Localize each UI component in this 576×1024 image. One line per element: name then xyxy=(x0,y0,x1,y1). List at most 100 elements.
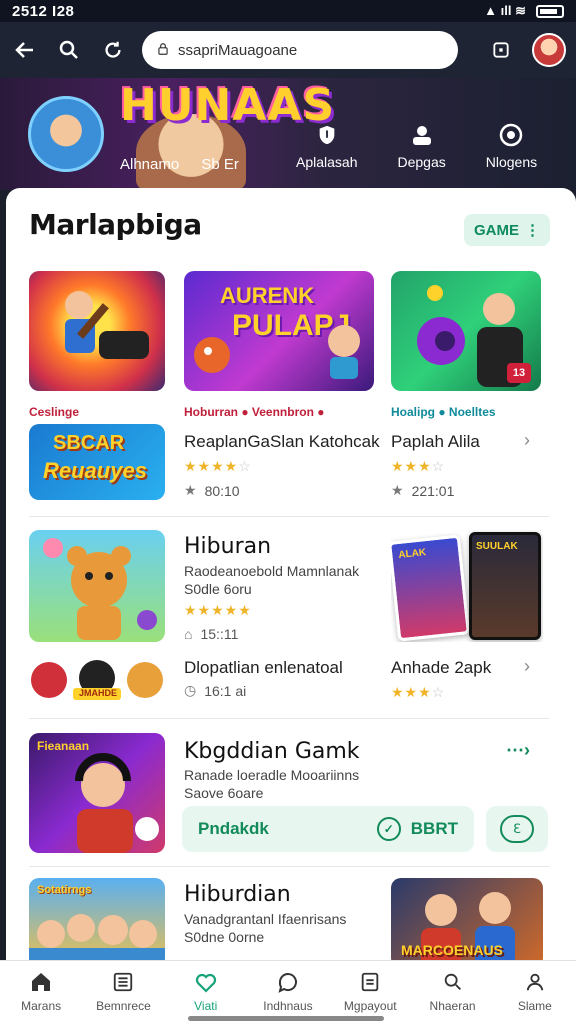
game-title[interactable]: Dlopatlian enlenatoal xyxy=(184,658,343,678)
home-icon xyxy=(28,969,54,995)
game-thumbnail-guitar[interactable] xyxy=(29,271,165,391)
category-tag: Hoalipg ● Noelltes xyxy=(391,405,496,419)
hero-tabs: Aplalasah Depgas Nlogens xyxy=(296,122,537,170)
shield-icon xyxy=(314,122,340,148)
game-title[interactable]: Anhade 2apk xyxy=(391,658,491,678)
game-meta-value: 15::11 xyxy=(200,626,239,642)
section-title[interactable]: Hiburdian xyxy=(184,882,291,907)
hero-tab-nlogens[interactable]: Nlogens xyxy=(486,122,537,170)
nav-label: Mgpayout xyxy=(343,999,397,1013)
play-action-pill[interactable]: Pndakdk ✓ BBRT xyxy=(182,806,474,852)
hero-tab-aplalasah[interactable]: Aplalasah xyxy=(296,122,358,170)
search-icon[interactable] xyxy=(54,35,84,65)
nav-item-mgpayout[interactable]: Mgpayout xyxy=(329,961,411,1024)
address-text: ssapriMauagoane xyxy=(178,41,298,59)
side-action-button[interactable]: ℇ xyxy=(486,806,548,852)
address-bar[interactable]: ssapriMauagoane xyxy=(142,31,458,69)
game-thumbnail-player[interactable]: 13 xyxy=(391,271,541,391)
poster-title: ALAK xyxy=(397,547,427,561)
subtitle-line: Ranade loeradle Mooariinns xyxy=(184,767,360,783)
game-meta: ★ 80:10 xyxy=(184,482,240,499)
action-button-label: BBRT xyxy=(410,819,458,838)
game-filter-chip[interactable]: GAME ⋮ xyxy=(464,214,550,246)
poster: SUULAK xyxy=(469,532,541,640)
rating-stars: ★★★★★ xyxy=(184,602,252,618)
list-icon xyxy=(110,969,136,995)
nav-item-viati[interactable]: Viati xyxy=(165,961,247,1024)
nav-item-slame[interactable]: Slame xyxy=(494,961,576,1024)
lock-icon xyxy=(156,42,170,59)
status-bar: 2512 I28 ▲ ıll ≋ xyxy=(0,0,576,22)
badge: 13 xyxy=(507,363,531,383)
hero-avatar[interactable] xyxy=(28,96,104,172)
thumb-title: Fieanaan xyxy=(37,739,90,753)
game-thumbnail-animals[interactable]: JMAHDE xyxy=(29,658,165,702)
chat-icon xyxy=(275,969,301,995)
nav-label: Bemnrece xyxy=(96,999,151,1013)
game-title[interactable]: ReaplanGaSlan Katohcak xyxy=(184,432,380,452)
home-small-icon: ⌂ xyxy=(184,626,193,642)
home-indicator[interactable] xyxy=(188,1016,384,1021)
more-vert-icon[interactable]: ⋮ xyxy=(525,221,540,239)
clock: 2512 I28 xyxy=(12,2,75,20)
nav-label: Slame xyxy=(517,999,552,1013)
thumb-subtitle: Reuauyes xyxy=(43,458,147,483)
tabs-icon[interactable] xyxy=(486,35,516,65)
thumb-title: Sotatirngs xyxy=(37,884,92,896)
thumb-title: JMAHDE xyxy=(79,688,118,698)
game-thumbnail-marco[interactable]: MARCOENAUS xyxy=(391,878,543,968)
poster: ALAK xyxy=(391,534,471,642)
chevron-right-icon[interactable]: › xyxy=(524,430,530,451)
hero-banner: HUNAAS Alhnamo Sb Er Aplalasah Depgas Nl… xyxy=(0,78,576,190)
nav-item-marans[interactable]: Marans xyxy=(0,961,82,1024)
game-chip-label: GAME xyxy=(474,221,519,239)
ticket-icon: ℇ xyxy=(500,815,534,843)
nav-label: Nhaeran xyxy=(429,999,476,1013)
star-outline-icon: ★ xyxy=(391,482,404,498)
hero-tab-label: Depgas xyxy=(397,154,446,170)
action-label: Pndakdk xyxy=(198,819,269,838)
game-thumbnail-gamer[interactable]: Fieanaan xyxy=(29,733,165,853)
game-meta: ★ 221:01 xyxy=(391,482,454,499)
section-title[interactable]: Hiburan xyxy=(184,534,271,559)
heart-icon xyxy=(193,969,219,995)
hero-name-extra: Sb Er xyxy=(201,156,239,173)
section-subtitle: Raodeanoebold Mamnlanak S0dle 6oru xyxy=(184,562,359,598)
game-thumbnail-bear[interactable] xyxy=(29,530,165,642)
game-meta-value: 80:10 xyxy=(204,482,240,499)
page-title: Marlapbiga xyxy=(29,208,202,241)
nav-item-indhnaus[interactable]: Indhnaus xyxy=(247,961,329,1024)
game-title[interactable]: Paplah Alila xyxy=(391,432,480,452)
target-icon xyxy=(498,122,524,148)
document-icon xyxy=(357,969,383,995)
more-arrows-icon[interactable]: ⋯› xyxy=(506,740,530,761)
nav-label: Indhnaus xyxy=(263,999,313,1013)
nav-label: Marans xyxy=(21,999,62,1013)
refresh-icon[interactable] xyxy=(98,35,128,65)
battery-icon xyxy=(536,4,564,18)
browser-toolbar: ssapriMauagoane xyxy=(0,22,576,78)
clock-icon: ◷ xyxy=(184,682,197,698)
category-tag: Ceslinge xyxy=(29,405,80,419)
game-posters[interactable]: ALAK SUULAK xyxy=(391,530,543,642)
profile-avatar[interactable] xyxy=(532,33,566,67)
nav-item-nhaeran[interactable]: Nhaeran xyxy=(411,961,493,1024)
game-thumbnail-kids[interactable]: Sotatirngs xyxy=(29,878,165,968)
category-tag: Hoburran ● Veennbron ● xyxy=(184,405,325,419)
game-meta: ◷ 16:1 ai xyxy=(184,682,246,699)
person-icon xyxy=(522,969,548,995)
game-thumbnail-aurenk[interactable]: AURENK PULAPJ xyxy=(184,271,374,391)
chevron-right-icon[interactable]: › xyxy=(524,656,530,677)
section-title[interactable]: Kbgddian Gamk xyxy=(184,739,360,764)
subtitle-line: S0dle 6oru xyxy=(184,581,252,597)
nav-item-bemnrece[interactable]: Bemnrece xyxy=(82,961,164,1024)
section-subtitle: Ranade loeradle Mooariinns Saove 6oare xyxy=(184,766,359,802)
hero-name-text: Alhnamo xyxy=(120,156,180,173)
game-meta-value: 221:01 xyxy=(411,482,455,499)
hero-tab-depgas[interactable]: Depgas xyxy=(398,122,446,170)
search-icon xyxy=(440,969,466,995)
person-icon xyxy=(409,122,435,148)
game-thumbnail-sbcar[interactable]: SBCAR Reuauyes xyxy=(29,424,165,500)
subtitle-line: Raodeanoebold Mamnlanak xyxy=(184,563,360,579)
back-arrow-icon[interactable] xyxy=(10,35,40,65)
